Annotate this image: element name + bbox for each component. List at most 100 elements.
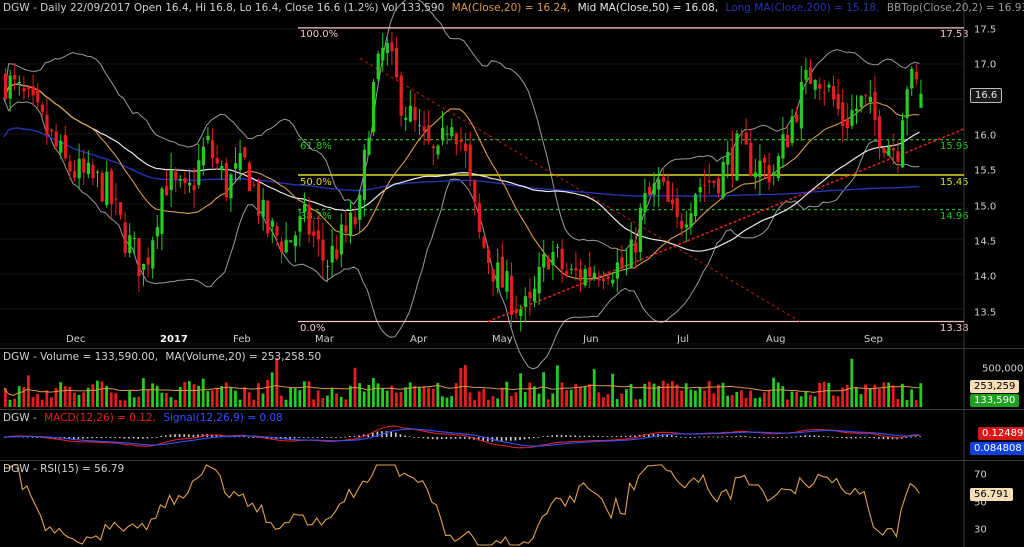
bollinger-upper xyxy=(3,0,920,252)
volume-bar xyxy=(528,382,532,407)
volume-bar xyxy=(730,395,734,407)
candle-body xyxy=(707,180,711,183)
volume-bar xyxy=(381,388,384,407)
candle-body xyxy=(385,43,389,53)
volume-bar xyxy=(735,392,739,407)
macd-histogram-bar xyxy=(813,435,816,437)
volume-bar xyxy=(638,399,642,407)
candle-body xyxy=(238,153,242,170)
candle-body xyxy=(109,170,113,205)
candle-body xyxy=(914,71,918,80)
candle-body xyxy=(542,254,546,268)
candle-body xyxy=(183,178,187,184)
candle-body xyxy=(528,291,532,299)
candle-body xyxy=(523,296,527,307)
macd-histogram-bar xyxy=(721,436,724,438)
macd-histogram-bar xyxy=(602,436,604,437)
macd-histogram-bar xyxy=(155,437,158,438)
volume-bar xyxy=(459,368,463,407)
macd-histogram-bar xyxy=(864,437,866,438)
volume-bar xyxy=(201,378,205,407)
candle-body xyxy=(583,269,587,286)
candle-body xyxy=(615,262,619,279)
volume-bar xyxy=(560,382,564,407)
volume-bar xyxy=(13,398,16,407)
candle-body xyxy=(533,288,537,302)
volume-bar xyxy=(583,386,587,407)
volume-bar xyxy=(132,397,136,407)
volume-bar xyxy=(372,378,375,407)
candle-body xyxy=(63,134,67,159)
macd-histogram-bar xyxy=(500,437,503,442)
candle-body xyxy=(128,235,132,254)
rsi-header-text: DGW - RSI(15) = 56.79 xyxy=(3,463,125,475)
volume-bar xyxy=(45,390,49,407)
macd-histogram-bar xyxy=(822,436,825,437)
candle-body xyxy=(845,119,849,128)
candle-body xyxy=(786,134,790,148)
volume-bar xyxy=(312,399,315,407)
macd-histogram-bar xyxy=(519,437,521,441)
candle-body xyxy=(289,240,293,243)
candle-body xyxy=(487,249,491,263)
volume-bar xyxy=(284,399,288,407)
candle-body xyxy=(574,268,578,271)
volume-bar xyxy=(119,400,122,407)
candle-body xyxy=(59,140,63,153)
volume-bar xyxy=(790,391,794,407)
macd-histogram-bar xyxy=(634,435,636,437)
macd-histogram-bar xyxy=(776,437,779,438)
macd-histogram-bar xyxy=(855,437,857,439)
volume-bar xyxy=(114,393,118,407)
volume-bar xyxy=(602,397,605,407)
volume-bar xyxy=(293,388,297,407)
macd-histogram-bar xyxy=(707,436,710,438)
volume-bar xyxy=(188,381,191,407)
candle-body xyxy=(464,143,468,151)
bbtop-legend: BBTop(Close,20,2) = 16.93, xyxy=(886,2,1024,14)
macd-histogram-bar xyxy=(698,436,701,438)
volume-bar xyxy=(519,373,522,407)
candle-body xyxy=(703,185,707,187)
volume-bar xyxy=(500,387,504,407)
candle-body xyxy=(799,81,803,129)
candle-body xyxy=(358,194,362,220)
macd-histogram-bar xyxy=(450,437,452,439)
ma20-legend: MA(Close,20) = 16.24, xyxy=(451,2,571,14)
volume-bar xyxy=(307,381,311,407)
volume-bar xyxy=(551,393,555,407)
candle-body xyxy=(546,257,550,270)
volume-bar xyxy=(73,392,76,407)
candle-body xyxy=(804,69,808,80)
volume-bar xyxy=(280,395,283,407)
volume-bar xyxy=(579,386,582,407)
chart-canvas[interactable] xyxy=(0,0,1024,547)
macd-histogram-bar xyxy=(174,434,176,437)
candle-body xyxy=(491,269,495,282)
volume-bar xyxy=(703,390,706,407)
volume-bar xyxy=(776,382,780,407)
volume-bar xyxy=(197,385,200,407)
volume-bar xyxy=(385,390,389,407)
candle-body xyxy=(721,161,725,198)
volume-bar xyxy=(832,395,835,407)
candle-body xyxy=(132,237,136,240)
volume-bar xyxy=(362,391,366,407)
macd-histogram-bar xyxy=(137,437,139,439)
candle-body xyxy=(763,157,767,163)
macd-histogram-bar xyxy=(399,434,402,437)
volume-bar xyxy=(229,387,233,407)
candle-body xyxy=(307,205,311,235)
volume-bar xyxy=(404,387,407,407)
candle-body xyxy=(40,104,44,112)
volume-bar xyxy=(160,392,164,407)
candle-body xyxy=(832,86,836,100)
candle-body xyxy=(211,140,215,159)
volume-bar xyxy=(726,395,729,407)
macd-histogram-bar xyxy=(349,436,351,437)
volume-bar xyxy=(31,397,35,407)
volume-bar xyxy=(50,397,53,407)
rsi-pane-header: DGW - RSI(15) = 56.79 xyxy=(3,463,128,475)
candle-body xyxy=(648,186,652,195)
volume-bar xyxy=(399,391,403,407)
